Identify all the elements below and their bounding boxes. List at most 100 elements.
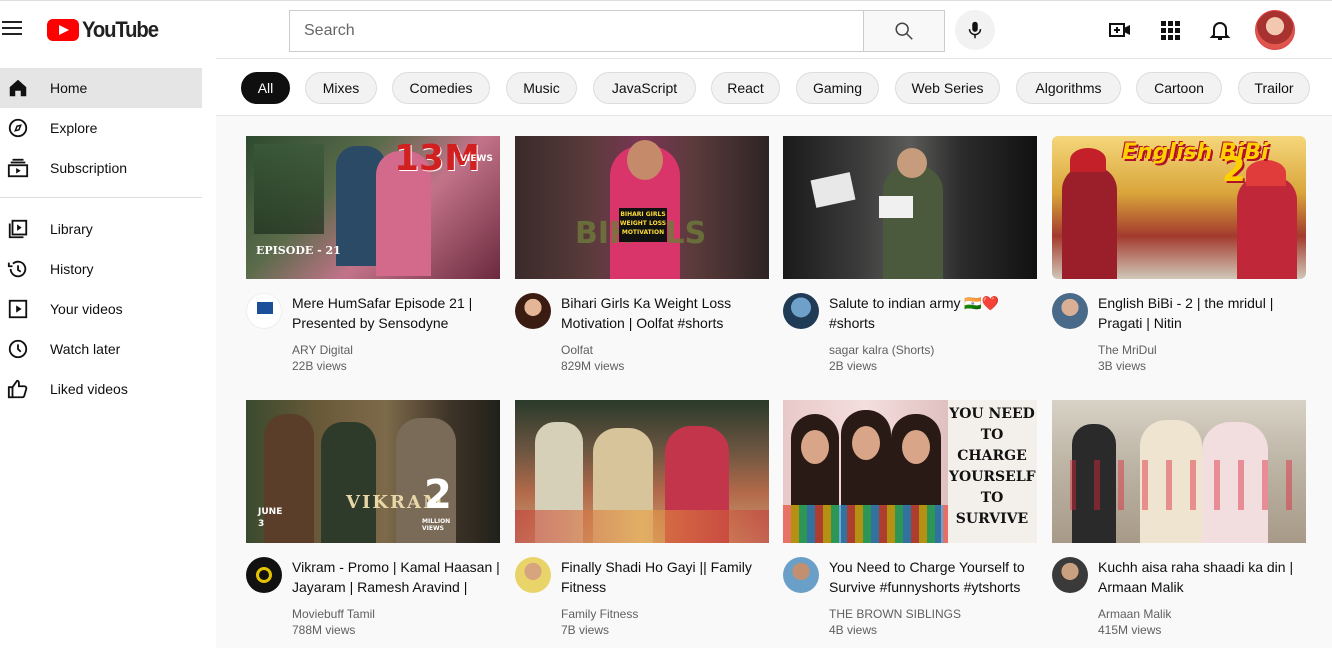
- channel-avatar[interactable]: [515, 557, 551, 593]
- menu-icon[interactable]: [2, 21, 22, 37]
- sidebar-item-subscription[interactable]: Subscription: [0, 148, 202, 188]
- top-header: YouTube: [0, 0, 1332, 58]
- thumbnail-episode-text: EPISODE - 21: [256, 244, 341, 257]
- youtube-play-icon: [47, 19, 79, 41]
- video-title[interactable]: English BiBi - 2 | the mridul | Pragati …: [1098, 293, 1308, 333]
- video-title[interactable]: Vikram - Promo | Kamal Haasan | Jayaram …: [292, 557, 502, 597]
- chip-algorithms[interactable]: Algorithms: [1016, 72, 1121, 104]
- video-camera-plus-icon: [1109, 23, 1130, 37]
- thumbnail-number: 2: [424, 472, 452, 518]
- subscriptions-icon: [6, 156, 30, 180]
- channel-name[interactable]: ARY Digital: [292, 343, 353, 357]
- view-count: 829M views: [561, 359, 625, 373]
- thumbnail-title-text: English BiBi: [1122, 140, 1269, 165]
- chip-web-series[interactable]: Web Series: [895, 72, 1000, 104]
- channel-avatar[interactable]: [783, 557, 819, 593]
- chip-music[interactable]: Music: [506, 72, 577, 104]
- thumbs-up-icon: [6, 377, 30, 401]
- notifications-button[interactable]: [1208, 18, 1232, 42]
- search-input[interactable]: [289, 10, 864, 52]
- chip-javascript[interactable]: JavaScript: [593, 72, 696, 104]
- channel-avatar[interactable]: [246, 293, 282, 329]
- chip-comedies[interactable]: Comedies: [392, 72, 490, 104]
- view-count: 2B views: [829, 359, 878, 373]
- chip-all[interactable]: All: [241, 72, 290, 104]
- category-chips-bar: All Mixes Comedies Music JavaScript Reac…: [216, 58, 1332, 116]
- video-title[interactable]: Salute to indian army 🇮🇳❤️ #shorts: [829, 293, 1039, 333]
- apps-button[interactable]: [1158, 18, 1182, 42]
- your-videos-icon: [6, 297, 30, 321]
- channel-name[interactable]: Moviebuff Tamil: [292, 607, 375, 621]
- voice-search-button[interactable]: [955, 10, 995, 50]
- channel-avatar[interactable]: [1052, 557, 1088, 593]
- sidebar-item-label: Explore: [50, 120, 98, 136]
- channel-name[interactable]: Oolfat: [561, 343, 593, 357]
- channel-avatar[interactable]: [783, 293, 819, 329]
- view-count: 4B views: [829, 623, 878, 637]
- mic-icon: [968, 21, 982, 39]
- channel-name[interactable]: The MriDul: [1098, 343, 1157, 357]
- video-title[interactable]: Mere HumSafar Episode 21 | Presented by …: [292, 293, 502, 333]
- video-thumbnail[interactable]: [515, 400, 769, 543]
- video-thumbnail[interactable]: [783, 136, 1037, 279]
- channel-avatar[interactable]: [515, 293, 551, 329]
- thumbnail-badge: VIEWS: [460, 154, 493, 164]
- sidebar-item-explore[interactable]: Explore: [0, 108, 202, 148]
- view-count: 415M views: [1098, 623, 1162, 637]
- youtube-logo[interactable]: YouTube: [47, 17, 164, 42]
- sidebar-item-your-videos[interactable]: Your videos: [0, 289, 202, 329]
- history-icon: [6, 257, 30, 281]
- sidebar: Home Explore Subscription Library Histor…: [0, 58, 216, 648]
- sidebar-divider: [0, 197, 202, 198]
- channel-name[interactable]: THE BROWN SIBLINGS: [829, 607, 961, 621]
- bell-icon: [1209, 22, 1231, 40]
- sidebar-item-watch-later[interactable]: Watch later: [0, 329, 202, 369]
- apps-grid-icon: [1161, 21, 1180, 40]
- video-title[interactable]: You Need to Charge Yourself to Survive #…: [829, 557, 1039, 597]
- sidebar-item-label: Watch later: [50, 341, 121, 357]
- create-video-button[interactable]: [1108, 18, 1132, 42]
- sidebar-item-label: Library: [50, 221, 93, 237]
- thumbnail-date: JUNE 3: [258, 507, 283, 529]
- video-title[interactable]: Finally Shadi Ho Gayi || Family Fitness: [561, 557, 771, 597]
- channel-name[interactable]: Armaan Malik: [1098, 607, 1171, 621]
- sidebar-item-liked-videos[interactable]: Liked videos: [0, 369, 202, 409]
- search-button[interactable]: [863, 10, 945, 52]
- channel-name[interactable]: sagar kalra (Shorts): [829, 343, 934, 357]
- view-count: 3B views: [1098, 359, 1147, 373]
- video-thumbnail[interactable]: VIKRAM 2 MILLION VIEWS JUNE 3: [246, 400, 500, 543]
- video-thumbnail[interactable]: 13M VIEWS EPISODE - 21: [246, 136, 500, 279]
- clock-icon: [6, 337, 30, 361]
- video-thumbnail[interactable]: English BiBi 2: [1052, 136, 1306, 279]
- logo-text: YouTube: [82, 17, 159, 42]
- view-count: 7B views: [561, 623, 610, 637]
- video-thumbnail[interactable]: BIH LS BIHARI GIRLS WEIGHT LOSS MOTIVATI…: [515, 136, 769, 279]
- sidebar-item-label: Your videos: [50, 301, 123, 317]
- sidebar-item-label: Liked videos: [50, 381, 128, 397]
- channel-avatar[interactable]: [1052, 293, 1088, 329]
- sidebar-item-history[interactable]: History: [0, 249, 202, 289]
- view-count: 788M views: [292, 623, 356, 637]
- sidebar-item-label: Home: [50, 80, 88, 96]
- thumbnail-number: 2: [1222, 150, 1246, 190]
- chip-cartoon[interactable]: Cartoon: [1136, 72, 1222, 104]
- channel-avatar[interactable]: [246, 557, 282, 593]
- channel-name[interactable]: Family Fitness: [561, 607, 638, 621]
- chip-gaming[interactable]: Gaming: [796, 72, 879, 104]
- chip-trailor[interactable]: Trailor: [1238, 72, 1310, 104]
- sidebar-item-library[interactable]: Library: [0, 209, 202, 249]
- sidebar-item-label: History: [50, 261, 94, 277]
- chip-react[interactable]: React: [711, 72, 780, 104]
- library-icon: [6, 217, 30, 241]
- video-title[interactable]: Kuchh aisa raha shaadi ka din | Armaan M…: [1098, 557, 1308, 597]
- sidebar-item-label: Subscription: [50, 160, 128, 176]
- user-avatar[interactable]: [1255, 10, 1295, 50]
- video-thumbnail[interactable]: YOU NEED TO CHARGE YOURSELF TO SURVIVE: [783, 400, 1037, 543]
- thumbnail-caption: YOU NEED TO CHARGE YOURSELF TO SURVIVE: [949, 406, 1036, 527]
- sidebar-item-home[interactable]: Home: [0, 68, 202, 108]
- search-icon: [895, 22, 913, 40]
- video-title[interactable]: Bihari Girls Ka Weight Loss Motivation |…: [561, 293, 771, 333]
- chip-mixes[interactable]: Mixes: [305, 72, 377, 104]
- video-thumbnail[interactable]: [1052, 400, 1306, 543]
- main-content: All Mixes Comedies Music JavaScript Reac…: [216, 58, 1332, 648]
